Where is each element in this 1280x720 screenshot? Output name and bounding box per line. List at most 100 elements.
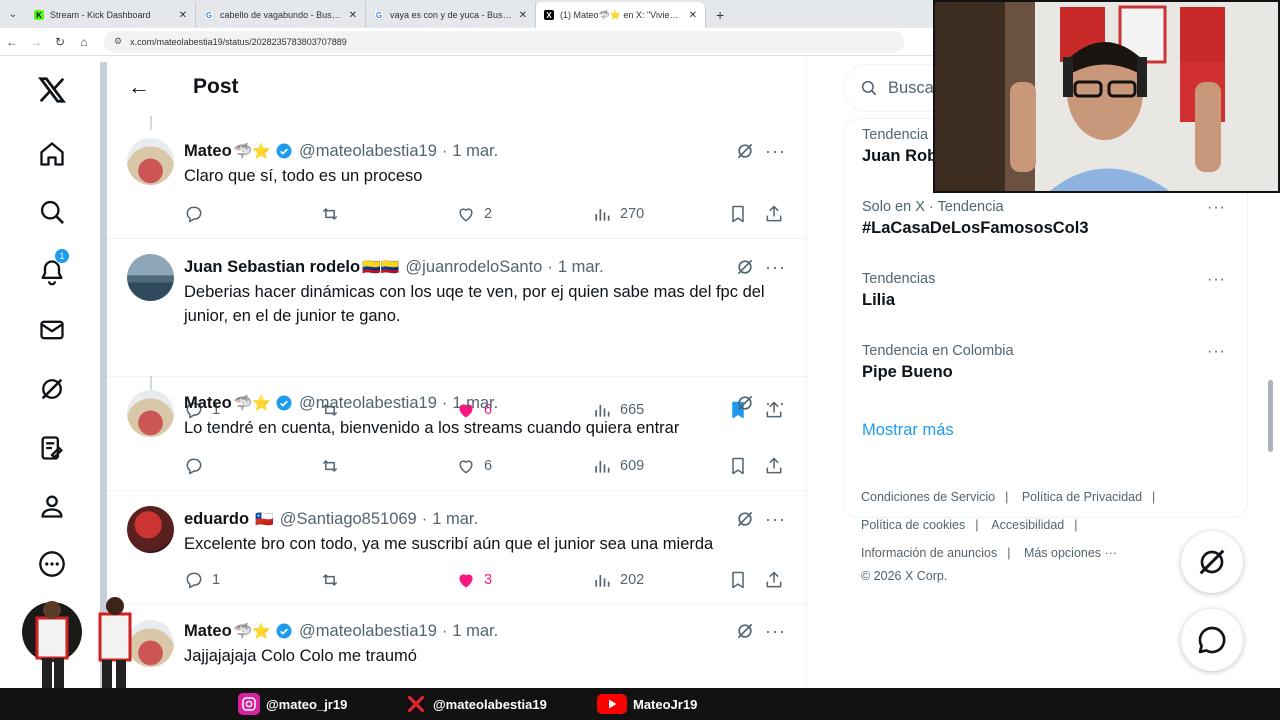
- grok-fab-button[interactable]: [1181, 531, 1243, 593]
- bookmark-button[interactable]: [728, 454, 756, 478]
- tab-search-menu-icon[interactable]: ⌄: [0, 0, 26, 28]
- grok-icon[interactable]: [735, 393, 755, 413]
- author-handle[interactable]: @mateolabestia19: [299, 394, 437, 413]
- like-button[interactable]: 2: [456, 202, 492, 226]
- author-handle[interactable]: @Santiago851069: [280, 510, 417, 529]
- avatar[interactable]: [127, 390, 174, 437]
- footer-link-more[interactable]: Más opciones ···: [1024, 546, 1117, 560]
- messages-nav-icon[interactable]: [22, 308, 82, 352]
- trend-item[interactable]: Tendencias Lilia ···: [862, 271, 1232, 310]
- browser-tab-4[interactable]: X (1) Mateo🦈⭐ en X: "Viviendo ✕: [536, 2, 706, 28]
- more-options-icon[interactable]: ···: [765, 258, 786, 276]
- views-button[interactable]: 270: [592, 202, 644, 226]
- footer-link-terms[interactable]: Condiciones de Servicio: [861, 490, 995, 504]
- reply-button[interactable]: [184, 202, 212, 226]
- more-options-icon[interactable]: ···: [765, 510, 786, 528]
- author-handle[interactable]: @mateolabestia19: [299, 622, 437, 641]
- more-options-icon[interactable]: ···: [765, 142, 786, 160]
- notifications-nav-icon[interactable]: 1: [22, 248, 82, 294]
- avatar[interactable]: [127, 138, 174, 185]
- views-button[interactable]: 202: [592, 568, 644, 592]
- views-button[interactable]: 609: [592, 454, 644, 478]
- forward-nav-icon[interactable]: →: [24, 35, 48, 49]
- grok-icon[interactable]: [735, 141, 755, 161]
- tweet-date[interactable]: 1 mar.: [452, 622, 498, 641]
- reload-icon[interactable]: ↻: [48, 35, 72, 49]
- bookmark-button[interactable]: [728, 202, 756, 226]
- grok-icon[interactable]: [735, 509, 755, 529]
- site-info-icon[interactable]: ⚙: [114, 36, 122, 47]
- tweet-date[interactable]: 1 mar.: [452, 394, 498, 413]
- footer-link-accessibility[interactable]: Accesibilidad: [991, 518, 1064, 532]
- right-scrollbar[interactable]: [1268, 380, 1273, 452]
- x-logo-icon[interactable]: [22, 68, 82, 112]
- repost-button[interactable]: [320, 454, 348, 478]
- share-button[interactable]: [764, 568, 792, 592]
- author-name[interactable]: Juan Sebastian rodelo: [184, 258, 360, 277]
- tweet-actions: 2 270: [184, 202, 794, 226]
- messages-fab-button[interactable]: [1181, 609, 1243, 671]
- tweet-date[interactable]: 1 mar.: [432, 510, 478, 529]
- more-options-icon[interactable]: ···: [765, 622, 786, 640]
- search-nav-icon[interactable]: [22, 190, 82, 234]
- like-button[interactable]: 3: [456, 568, 492, 592]
- new-tab-button[interactable]: +: [706, 2, 734, 28]
- author-name[interactable]: eduardo: [184, 510, 249, 529]
- trend-item[interactable]: Solo en X · Tendencia #LaCasaDeLosFamoso…: [862, 199, 1232, 238]
- tweet-date[interactable]: 1 mar.: [452, 142, 498, 161]
- repost-button[interactable]: [320, 202, 348, 226]
- repost-button[interactable]: [320, 568, 348, 592]
- browser-tab-1[interactable]: K Stream - Kick Dashboard ✕: [26, 2, 196, 28]
- footer-link-privacy[interactable]: Política de Privacidad: [1022, 490, 1142, 504]
- share-button[interactable]: [764, 202, 792, 226]
- left-scrollbar[interactable]: [100, 62, 107, 688]
- browser-tab-3[interactable]: G vaya es con y de yuca - Buscar ✕: [366, 2, 536, 28]
- footer-link-ads-info[interactable]: Información de anuncios: [861, 546, 997, 560]
- author-name[interactable]: Mateo: [184, 142, 232, 161]
- close-tab-icon[interactable]: ✕: [689, 10, 697, 21]
- show-more-link[interactable]: Mostrar más: [862, 421, 954, 440]
- grok-nav-icon[interactable]: [22, 367, 82, 411]
- tweet-text: Claro que sí, todo es un proceso: [184, 167, 423, 185]
- profile-nav-icon[interactable]: [22, 484, 82, 528]
- author-name[interactable]: Mateo: [184, 394, 232, 413]
- verified-badge-icon: [276, 395, 292, 411]
- footer-link-cookies[interactable]: Política de cookies: [861, 518, 965, 532]
- trend-more-icon[interactable]: ···: [1207, 199, 1226, 217]
- avatar[interactable]: [127, 254, 174, 301]
- trend-item[interactable]: Tendencia en Colombia Pipe Bueno ···: [862, 343, 1232, 382]
- author-handle[interactable]: @juanrodeloSanto: [405, 258, 542, 277]
- url-field[interactable]: ⚙ x.com/mateolabestia19/status/202823578…: [104, 30, 904, 53]
- trend-more-icon[interactable]: ···: [1207, 271, 1226, 289]
- home-nav-icon[interactable]: [22, 132, 82, 176]
- grok-icon[interactable]: [735, 621, 755, 641]
- lists-nav-icon[interactable]: [22, 426, 82, 470]
- bookmark-button[interactable]: [728, 568, 756, 592]
- stream-social-bar: @mateo_jr19 @mateolabestia19 MateoJr19: [0, 688, 1280, 720]
- trend-more-icon[interactable]: ···: [1207, 343, 1226, 361]
- google-icon: G: [204, 10, 214, 20]
- search-placeholder: Buscar: [888, 78, 940, 97]
- home-icon[interactable]: ⌂: [72, 35, 96, 49]
- back-arrow-icon[interactable]: ←: [107, 74, 171, 100]
- grok-icon[interactable]: [735, 257, 755, 277]
- more-options-icon[interactable]: ···: [765, 394, 786, 412]
- streamer-webcam-image: [935, 2, 1278, 191]
- close-tab-icon[interactable]: ✕: [179, 10, 187, 21]
- reply-button[interactable]: 1: [184, 568, 220, 592]
- share-button[interactable]: [764, 454, 792, 478]
- close-tab-icon[interactable]: ✕: [349, 10, 357, 21]
- avatar[interactable]: [127, 506, 174, 553]
- reply-button[interactable]: [184, 454, 212, 478]
- tweet-date[interactable]: 1 mar.: [558, 258, 604, 277]
- close-tab-icon[interactable]: ✕: [519, 10, 527, 21]
- url-text: x.com/mateolabestia19/status/20282357838…: [130, 36, 347, 47]
- browser-tab-2[interactable]: G cabello de vagabundo - Buscar ✕: [196, 2, 366, 28]
- back-nav-icon[interactable]: ←: [0, 35, 24, 49]
- tab-title: cabello de vagabundo - Buscar: [220, 10, 343, 20]
- like-button[interactable]: 6: [456, 454, 492, 478]
- author-name[interactable]: Mateo: [184, 622, 232, 641]
- share-icon: [766, 571, 782, 588]
- author-handle[interactable]: @mateolabestia19: [299, 142, 437, 161]
- more-nav-icon[interactable]: [22, 542, 82, 586]
